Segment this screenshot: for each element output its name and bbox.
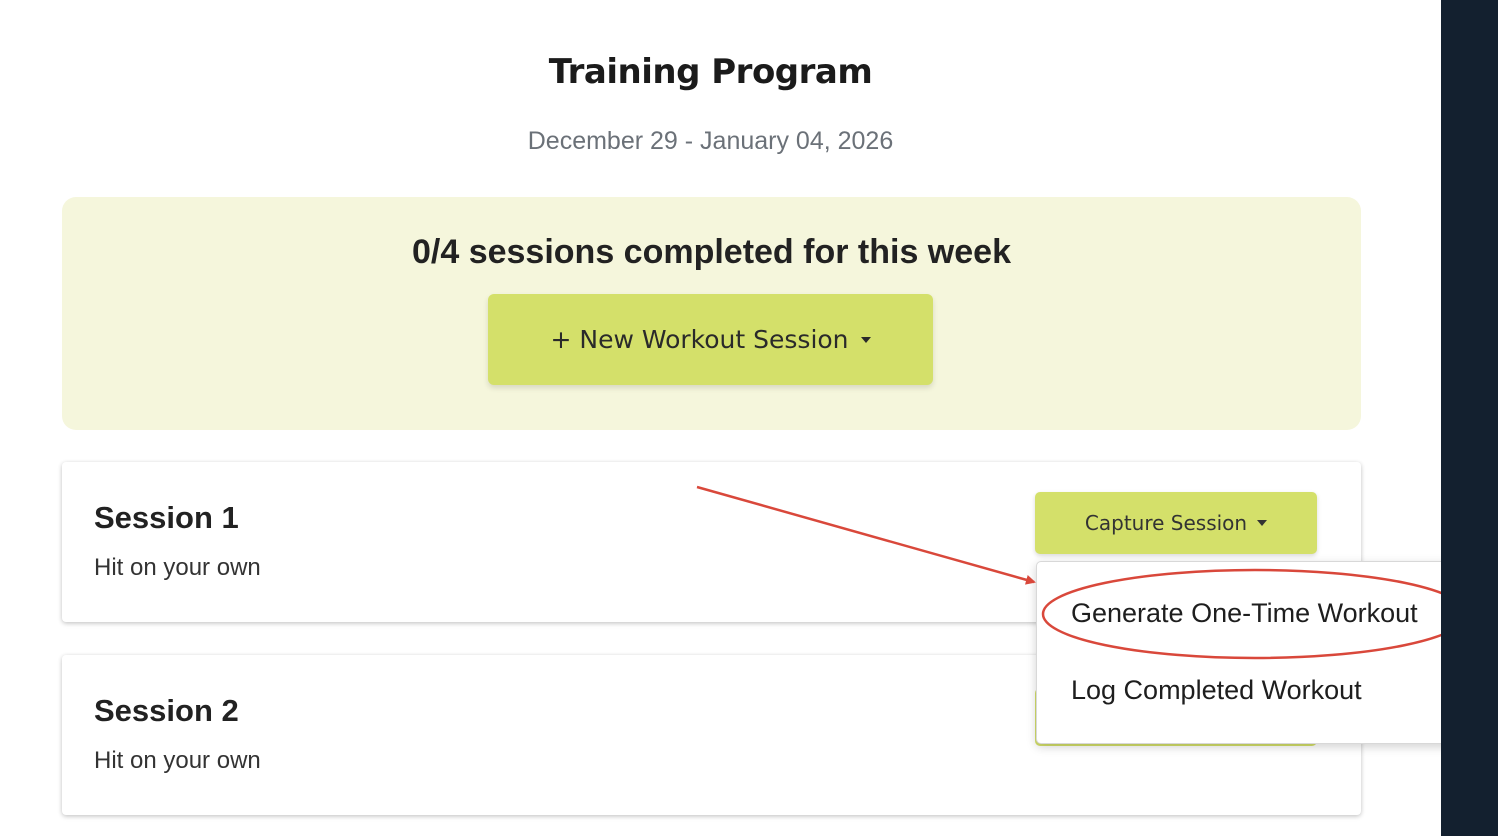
session-title: Session 1 xyxy=(94,500,239,535)
new-workout-session-button[interactable]: + New Workout Session xyxy=(488,294,933,385)
capture-session-label: Capture Session xyxy=(1084,511,1248,535)
week-date-range: December 29 - January 04, 2026 xyxy=(527,127,894,155)
caret-down-icon xyxy=(1257,520,1268,526)
capture-session-button[interactable]: Capture Session xyxy=(1035,492,1317,554)
weekly-summary-panel: 0/4 sessions completed for this week + N… xyxy=(62,197,1361,430)
session-subtitle: Hit on your own xyxy=(94,554,261,581)
page-title: Training Program xyxy=(548,52,873,92)
capture-session-dropdown-menu: Generate One-Time Workout Log Completed … xyxy=(1036,561,1474,744)
session-title: Session 2 xyxy=(94,693,239,728)
sessions-completed-text: 0/4 sessions completed for this week xyxy=(411,233,1011,271)
page: Training Program December 29 - January 0… xyxy=(0,0,1498,836)
menu-item-log-completed-workout[interactable]: Log Completed Workout xyxy=(1071,675,1362,706)
right-side-rail xyxy=(1441,0,1498,836)
session-subtitle: Hit on your own xyxy=(94,747,261,774)
new-workout-session-label: + New Workout Session xyxy=(550,325,849,354)
caret-down-icon xyxy=(860,336,871,343)
menu-item-generate-one-time-workout[interactable]: Generate One-Time Workout xyxy=(1071,598,1418,629)
